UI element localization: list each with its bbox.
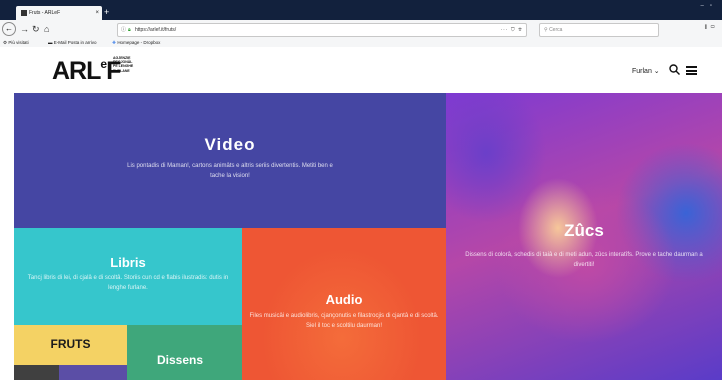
tile-title: FRUTS xyxy=(50,337,91,351)
url-bar[interactable]: ⓘ 🔒︎ https://arlef.it/fruts/ ··· ⛉ ☆ xyxy=(117,23,527,37)
home-icon[interactable]: ⌂ xyxy=(44,23,49,35)
site-favicon-icon xyxy=(21,10,27,16)
tile-audio[interactable]: Audio Files musicâi e audiolibris, cjanç… xyxy=(242,228,446,380)
bookmark-email[interactable]: ▬ E-Mail Posta in arrivo xyxy=(48,38,97,47)
window-controls[interactable]: –▫ xyxy=(701,3,718,9)
tile-description: Dissens di colorâ, schedis di taiâ e di … xyxy=(465,252,703,268)
search-icon[interactable] xyxy=(669,64,680,75)
tile-description: Files musicâi e audiolibris, cjançonutis… xyxy=(249,313,439,329)
gear-icon: ⚙ xyxy=(3,40,8,45)
maximize-icon[interactable]: ▫ xyxy=(710,3,718,9)
tile-video[interactable]: Video Lis pontadis di Maman!, cartons an… xyxy=(14,93,446,228)
new-tab-button[interactable]: + xyxy=(104,7,109,17)
tile-title: Libris xyxy=(110,255,146,270)
tile-title: Zûcs xyxy=(564,221,604,240)
logo-subtitle: AGJENZIE REGJONÂL PE LENGHE FURLANE xyxy=(113,56,134,73)
back-button[interactable]: ← xyxy=(2,22,16,36)
minimize-icon[interactable]: – xyxy=(701,3,710,9)
info-icon[interactable]: ⓘ xyxy=(121,24,126,36)
browser-search-input[interactable]: ⚲ Cerca xyxy=(539,23,659,37)
bookmark-dropbox[interactable]: ❖ Homepage - Dropbox xyxy=(112,38,160,47)
bookmark-most-visited[interactable]: ⚙ Più visitati xyxy=(3,38,29,47)
tile-description: Tancj libris di lei, di cjalâ e di scolt… xyxy=(27,275,229,291)
language-selector[interactable]: Furlan ⌄ xyxy=(632,67,660,75)
tab-close-icon[interactable]: × xyxy=(95,6,99,20)
tile-title: Audio xyxy=(325,292,363,307)
site-logo[interactable]: ARLeF xyxy=(52,58,121,84)
tile-title: Video xyxy=(204,135,256,154)
dropbox-icon: ❖ xyxy=(112,40,117,45)
tile-fruts-lower-accent xyxy=(59,365,127,380)
sidebar-icon[interactable]: ▭ xyxy=(710,25,718,31)
hamburger-menu-icon[interactable] xyxy=(686,66,697,75)
browser-tab[interactable]: Fruts - ARLeF × xyxy=(16,6,102,20)
toolbar-icons[interactable]: ⫴▭ xyxy=(705,25,718,32)
reload-icon[interactable]: ↻ xyxy=(32,23,40,35)
url-text[interactable]: https://arlef.it/fruts/ xyxy=(135,24,176,36)
chevron-down-icon: ⌄ xyxy=(653,68,660,75)
mail-icon: ▬ xyxy=(48,40,53,45)
tile-title: Dissens xyxy=(157,353,204,367)
forward-icon[interactable]: → xyxy=(20,23,29,35)
search-placeholder: ⚲ Cerca xyxy=(544,27,563,33)
tile-fruts[interactable]: FRUTS xyxy=(14,325,127,365)
tile-zucs[interactable]: Zûcs Dissens di colorâ, schedis di taiâ … xyxy=(446,93,722,380)
browser-nav-bar: ← → ↻ ⌂ ⓘ 🔒︎ https://arlef.it/fruts/ ···… xyxy=(0,20,722,38)
tile-description: Lis pontadis di Maman!, cartons animâts … xyxy=(127,163,333,179)
url-actions-icons[interactable]: ··· ⛉ ☆ xyxy=(500,24,523,36)
tile-libris[interactable]: Libris Tancj libris di lei, di cjalâ e d… xyxy=(14,228,242,325)
tile-dissens[interactable]: Dissens xyxy=(127,325,242,380)
tab-title: Fruts - ARLeF xyxy=(29,10,61,16)
lock-icon: 🔒︎ xyxy=(128,27,131,33)
